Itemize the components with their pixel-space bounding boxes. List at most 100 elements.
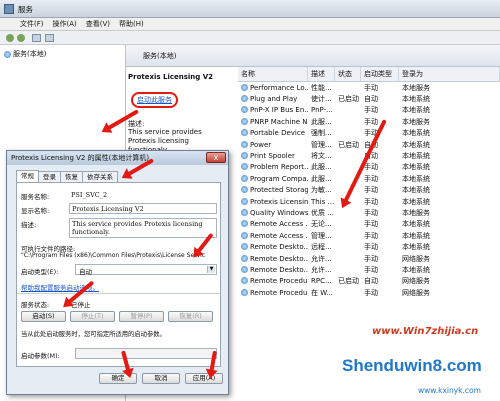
menu-view[interactable]: 查看(V) (86, 18, 110, 30)
refresh-icon[interactable] (45, 34, 54, 42)
menu-action[interactable]: 操作(A) (53, 18, 77, 30)
back-icon[interactable] (6, 34, 14, 42)
cell: 本地系统 (402, 186, 430, 195)
service-row[interactable]: Remote Access ... 无论... 手动 本地系统 (238, 219, 500, 230)
cell: 手动 (364, 265, 378, 274)
pause-button[interactable]: 暂停(P) (119, 311, 164, 322)
cell: 手动 (364, 254, 378, 263)
start-type-select[interactable]: 自动 ▼ (75, 264, 217, 276)
col-logon[interactable]: 登录为 (399, 67, 500, 81)
dialog-tabs: 常规 登录 恢复 依存关系 (16, 170, 118, 182)
cell: 网络服务 (402, 288, 430, 297)
cell: 性能... (311, 83, 332, 92)
start-param-hint: 当从此处启动服务时，您可指定所适用的启动参数。 (21, 331, 166, 338)
start-button[interactable]: 启动(S) (21, 311, 66, 322)
service-row[interactable]: Protexis Licensin...This ... 手动 本地系统 (238, 196, 500, 207)
tab-recovery[interactable]: 恢复 (60, 171, 83, 182)
cell: Problem Report... (250, 163, 308, 172)
cell: 手动 (364, 231, 378, 240)
cell: PNRP Machine N... (250, 117, 308, 126)
service-row[interactable]: Performance Lo... 性能... 手动 本地服务 (238, 82, 500, 93)
gear-icon (241, 220, 248, 228)
stop-button[interactable]: 停止(T) (70, 311, 115, 322)
gear-icon (241, 277, 248, 285)
cell: 已启动 (338, 95, 359, 104)
resume-button[interactable]: 恢复(R) (168, 311, 213, 322)
cell: Remote Procedu... (250, 277, 308, 286)
detail-header: 服务(本地) (126, 45, 500, 67)
cell: 在 W... (311, 288, 334, 297)
start-type-label: 启动类型(E): (21, 268, 59, 276)
cell: 手动 (364, 197, 378, 206)
tab-dependencies[interactable]: 依存关系 (82, 171, 118, 182)
cell: 本地系统 (402, 106, 430, 115)
service-row[interactable]: Protected Storage 为敏... 手动 本地系统 (238, 185, 500, 196)
gear-icon (241, 152, 248, 160)
tab-general[interactable]: 常规 (16, 170, 39, 182)
gear-icon (241, 186, 248, 194)
display-name-field[interactable]: Protexis Licensing V2 (69, 203, 217, 214)
cell: Quality Windows... (250, 208, 308, 217)
service-name-value: PSI_SVC_2 (71, 191, 108, 199)
service-row[interactable]: Remote Procedu... RPC... 已启动 自动 网络服务 (238, 276, 500, 287)
service-row[interactable]: PNRP Machine N... 此服... 手动 本地服务 (238, 116, 500, 127)
app-icon (4, 4, 14, 14)
gear-icon (241, 106, 248, 114)
cell: 此服... (311, 174, 332, 183)
cell: 本地服务 (402, 117, 430, 126)
cell: 已启动 (338, 277, 359, 286)
view-icon[interactable] (32, 34, 41, 42)
service-row[interactable]: Portable Device ... 强制... 手动 本地系统 (238, 128, 500, 139)
tree-item-services[interactable]: 服务(本地) (4, 49, 46, 59)
col-starttype[interactable]: 启动类型 (361, 67, 399, 81)
cell: 此服... (311, 117, 332, 126)
service-row[interactable]: Program Compa... 此服... 手动 本地系统 (238, 173, 500, 184)
service-row[interactable]: Remote Access ... 管理... 手动 本地系统 (238, 230, 500, 241)
cell: 远程... (311, 243, 332, 252)
cell: 手动 (364, 117, 378, 126)
gear-icon (241, 288, 248, 296)
service-list: Performance Lo... 性能... 手动 本地服务 Plug and Pla… (238, 82, 500, 298)
gear-icon (241, 254, 248, 262)
cell: 管理... (311, 231, 332, 240)
service-row[interactable]: PnP-X IP Bus En... PnP-... 手动 本地系统 (238, 105, 500, 116)
service-title: Protexis Licensing V2 (128, 73, 214, 81)
start-param-input[interactable] (75, 348, 217, 359)
gear-icon (241, 197, 248, 205)
cell: 自动 (364, 95, 378, 104)
cell: 手动 (364, 83, 378, 92)
cell: 手动 (364, 208, 378, 217)
exe-path-value: "C:\Program Files (x86)\Common Files\Pro… (21, 252, 206, 259)
service-row[interactable]: Remote Procedu... 在 W... 手动 网络服务 (238, 287, 500, 298)
forward-icon[interactable] (17, 34, 25, 42)
service-row[interactable]: Remote Deskto... 允许... 手动 本地系统 (238, 264, 500, 275)
start-service-link[interactable]: 启动此服务 (131, 92, 178, 108)
cell: 此服... (311, 163, 332, 172)
cell: 手动 (364, 288, 378, 297)
status-label: 服务状态: (21, 301, 50, 309)
menu-bar: 文件(F) 操作(A) 查看(V) 帮助(H) (0, 18, 500, 31)
cancel-button[interactable]: 取消 (142, 373, 180, 384)
service-row[interactable]: Remote Deskto... 允许... 手动 网络服务 (238, 253, 500, 264)
display-name-label: 显示名称: (21, 207, 50, 215)
col-status[interactable]: 状态 (335, 67, 361, 81)
general-pane: 服务名称: PSI_SVC_2 显示名称: Protexis Licensing… (16, 182, 221, 367)
service-row[interactable]: Quality Windows...优质 ... 手动 本地服务 (238, 207, 500, 218)
col-name[interactable]: 名称 (238, 67, 308, 81)
gear-icon (241, 129, 248, 137)
col-desc[interactable]: 描述 (308, 67, 335, 81)
cell: 允许... (311, 254, 332, 263)
menu-file[interactable]: 文件(F) (20, 18, 44, 30)
cell: Performance Lo... (250, 83, 308, 92)
gear-icon (241, 95, 248, 103)
close-button[interactable]: x (206, 152, 226, 163)
service-row[interactable]: Plug and Play 使计... 已启动 自动 本地系统 (238, 93, 500, 104)
cell: Remote Access ... (250, 220, 308, 229)
cell: 使计... (311, 95, 332, 104)
tab-logon[interactable]: 登录 (38, 171, 61, 182)
service-row[interactable]: Remote Deskto... 远程... 手动 本地系统 (238, 241, 500, 252)
cell: Plug and Play (250, 95, 298, 104)
menu-help[interactable]: 帮助(H) (119, 18, 144, 30)
cell: 无论... (311, 220, 332, 229)
service-row[interactable]: Problem Report... 此服... 手动 本地系统 (238, 162, 500, 173)
